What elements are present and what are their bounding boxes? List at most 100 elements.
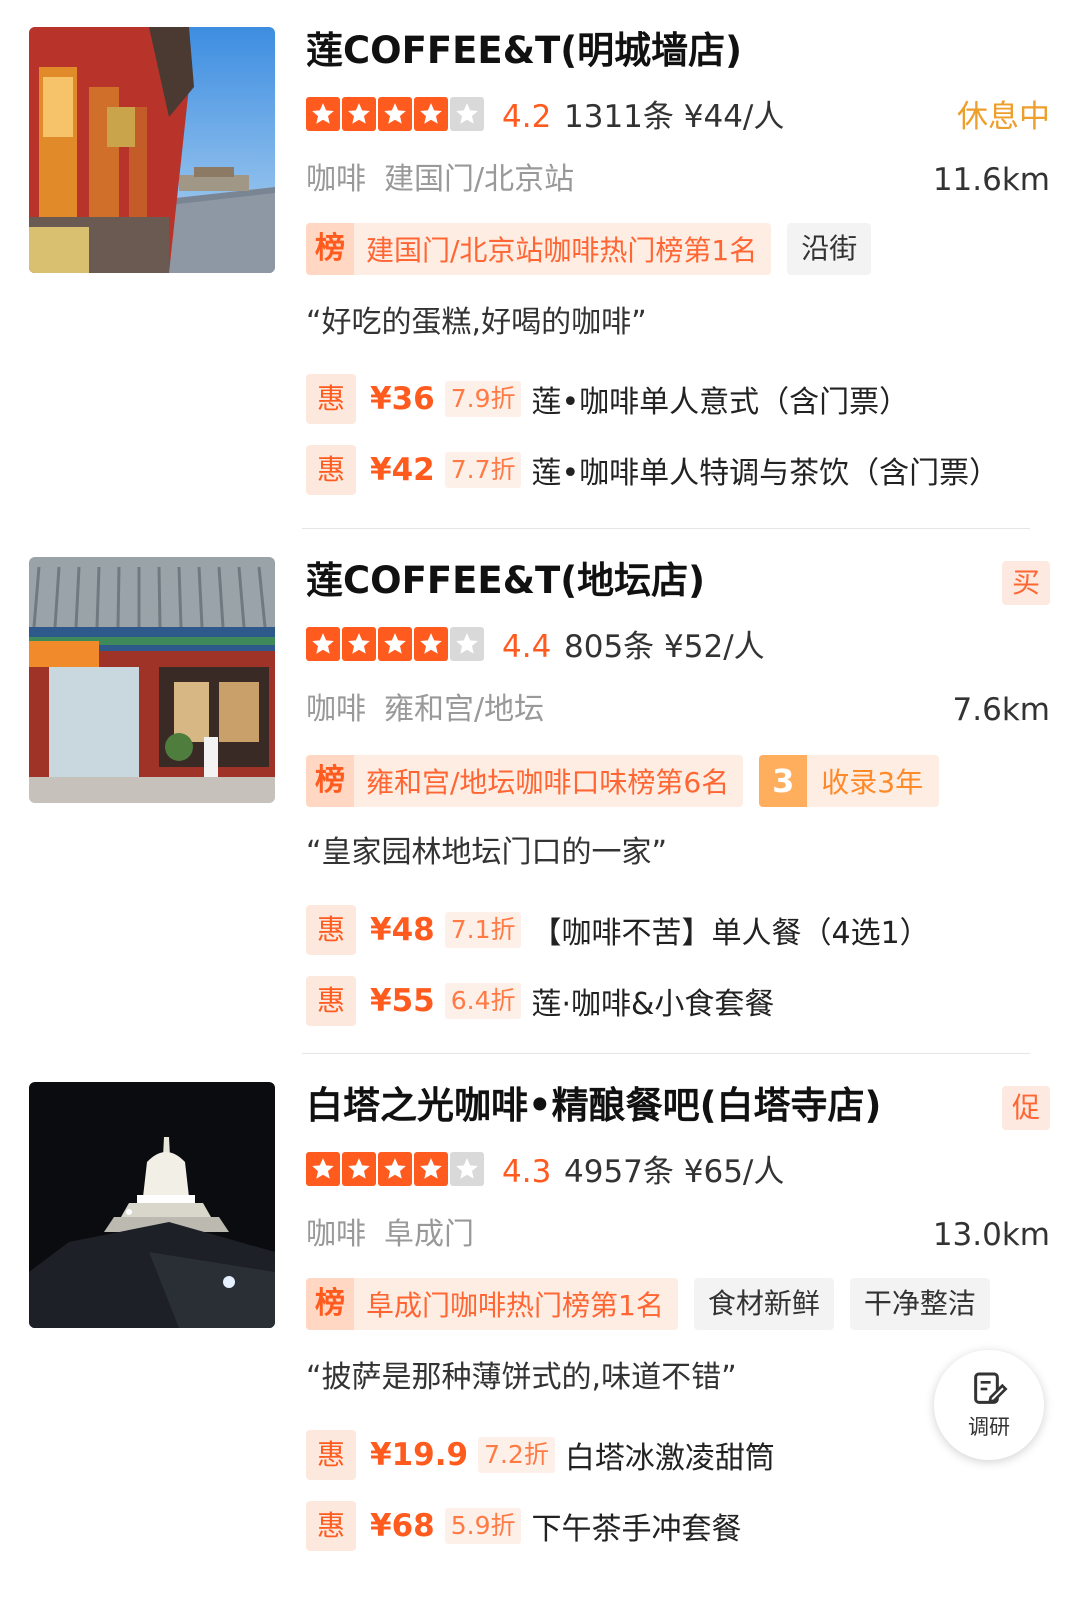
distance: 13.0km xyxy=(932,1217,1050,1253)
shop-photo-city-wall xyxy=(29,27,275,273)
deal-discount: 7.9折 xyxy=(444,381,522,417)
deal-discount: 7.2折 xyxy=(478,1437,555,1473)
badge-row: 榜 阜成门咖啡热门榜第1名 食材新鲜 干净整洁 xyxy=(306,1278,990,1330)
rank-badge[interactable]: 榜 建国门/北京站咖啡热门榜第1名 xyxy=(306,223,772,275)
deal-price: ¥19.9 xyxy=(370,1437,469,1473)
deal-item[interactable]: 惠 ¥68 5.9折 下午茶手冲套餐 xyxy=(306,1501,741,1551)
shop-thumbnail[interactable] xyxy=(29,1082,275,1328)
review-count-and-price: 805条 ¥52/人 xyxy=(564,627,765,667)
shop-name[interactable]: 白塔之光咖啡•精酿餐吧(白塔寺店) xyxy=(306,1082,881,1130)
review-count: 805条 xyxy=(564,629,655,665)
deal-price: ¥68 xyxy=(370,1508,435,1544)
buy-flag: 买 xyxy=(1002,561,1050,605)
distance: 7.6km xyxy=(952,692,1050,728)
shop-card[interactable]: 莲COFFEE&T(地坛店) 买 4.4 805条 ¥52/人 咖啡 雍和宫/地坛… xyxy=(0,557,1080,1037)
deal-price: ¥48 xyxy=(370,912,435,948)
deal-title: 莲•咖啡单人特调与茶饮（含门票） xyxy=(531,456,1000,491)
rating-row: 4.3 4957条 ¥65/人 xyxy=(306,1152,1050,1192)
shop-card[interactable]: 莲COFFEE&T(明城墙店) 4.2 1311条 ¥44/人 休息中 咖啡 建国… xyxy=(0,27,1080,527)
rating-score: 4.4 xyxy=(502,629,552,665)
rank-badge[interactable]: 榜 阜成门咖啡热门榜第1名 xyxy=(306,1278,678,1330)
star-rating xyxy=(306,627,484,661)
rank-icon: 榜 xyxy=(306,755,354,807)
badge-row: 榜 建国门/北京站咖啡热门榜第1名 沿街 xyxy=(306,223,872,275)
deal-discount: 5.9折 xyxy=(444,1508,522,1544)
deal-item[interactable]: 惠 ¥55 6.4折 莲·咖啡&小食套餐 xyxy=(306,976,774,1026)
shop-thumbnail[interactable] xyxy=(29,27,275,273)
star-rating xyxy=(306,97,484,131)
divider xyxy=(302,1053,1030,1054)
deal-discount: 7.7折 xyxy=(444,452,522,488)
shop-card[interactable]: 白塔之光咖啡•精酿餐吧(白塔寺店) 促 4.3 4957条 ¥65/人 咖啡 阜成… xyxy=(0,1082,1080,1592)
star-icon xyxy=(378,97,412,131)
per-person-price: ¥44/人 xyxy=(683,99,785,135)
deal-icon: 惠 xyxy=(306,374,356,424)
feature-tag: 干净整洁 xyxy=(849,1278,990,1330)
area: 阜成门 xyxy=(384,1217,474,1252)
star-empty-icon xyxy=(450,627,484,661)
shop-name[interactable]: 莲COFFEE&T(地坛店) xyxy=(306,557,705,605)
review-count: 1311条 xyxy=(564,99,674,135)
years-listed-badge: 3 收录3年 xyxy=(759,755,940,807)
distance: 11.6km xyxy=(932,162,1050,198)
deal-discount: 7.1折 xyxy=(444,912,522,948)
rank-badge[interactable]: 榜 雍和宫/地坛咖啡口味榜第6名 xyxy=(306,755,744,807)
star-rating xyxy=(306,1152,484,1186)
survey-floating-button[interactable]: 调研 xyxy=(934,1350,1044,1460)
badge-row: 榜 雍和宫/地坛咖啡口味榜第6名 3 收录3年 xyxy=(306,755,940,807)
star-icon xyxy=(414,627,448,661)
star-icon xyxy=(306,1152,340,1186)
edit-note-icon xyxy=(974,1372,1008,1404)
review-count: 4957条 xyxy=(564,1154,674,1190)
shop-photo-storefront xyxy=(29,557,275,803)
rank-icon: 榜 xyxy=(306,223,354,275)
deal-item[interactable]: 惠 ¥19.9 7.2折 白塔冰激凌甜筒 xyxy=(306,1430,775,1480)
shop-thumbnail[interactable] xyxy=(29,557,275,803)
rating-score: 4.3 xyxy=(502,1154,552,1190)
deal-item[interactable]: 惠 ¥48 7.1折 【咖啡不苦】单人餐（4选1） xyxy=(306,905,930,955)
survey-label: 调研 xyxy=(968,1415,1010,1439)
rating-row: 4.2 1311条 ¥44/人 休息中 xyxy=(306,97,1050,137)
star-icon xyxy=(306,627,340,661)
rating-score: 4.2 xyxy=(502,99,552,135)
deal-title: 白塔冰激凌甜筒 xyxy=(564,1441,775,1476)
rank-text: 雍和宫/地坛咖啡口味榜第6名 xyxy=(366,766,730,799)
per-person-price: ¥52/人 xyxy=(664,629,765,665)
rank-text: 建国门/北京站咖啡热门榜第1名 xyxy=(366,234,758,267)
review-quote[interactable]: “好吃的蛋糕,好喝的咖啡” xyxy=(306,301,647,345)
shop-name[interactable]: 莲COFFEE&T(明城墙店) xyxy=(306,27,742,75)
business-status: 休息中 xyxy=(957,99,1050,135)
area: 雍和宫/地坛 xyxy=(384,692,545,727)
deal-icon: 惠 xyxy=(306,976,356,1026)
category-row: 咖啡 雍和宫/地坛 7.6km xyxy=(306,690,1050,730)
years-icon: 3 xyxy=(759,755,808,807)
per-person-price: ¥65/人 xyxy=(683,1154,785,1190)
star-icon xyxy=(414,1152,448,1186)
category-row: 咖啡 阜成门 13.0km xyxy=(306,1215,1050,1255)
star-empty-icon xyxy=(450,1152,484,1186)
review-quote[interactable]: “披萨是那种薄饼式的,味道不错” xyxy=(306,1356,737,1400)
review-count-and-price: 4957条 ¥65/人 xyxy=(564,1152,784,1192)
deal-item[interactable]: 惠 ¥42 7.7折 莲•咖啡单人特调与茶饮（含门票） xyxy=(306,445,999,495)
deal-title: 莲•咖啡单人意式（含门票） xyxy=(531,385,910,420)
area: 建国门/北京站 xyxy=(384,162,575,197)
category-row: 咖啡 建国门/北京站 11.6km xyxy=(306,160,1050,200)
deal-price: ¥36 xyxy=(370,381,435,417)
deal-icon: 惠 xyxy=(306,1501,356,1551)
review-quote[interactable]: “皇家园林地坛门口的一家” xyxy=(306,831,667,875)
star-icon xyxy=(306,97,340,131)
star-icon xyxy=(342,1152,376,1186)
star-icon xyxy=(342,627,376,661)
rank-icon: 榜 xyxy=(306,1278,354,1330)
star-icon xyxy=(414,97,448,131)
star-icon xyxy=(378,627,412,661)
category: 咖啡 xyxy=(306,1217,366,1252)
deal-item[interactable]: 惠 ¥36 7.9折 莲•咖啡单人意式（含门票） xyxy=(306,374,909,424)
feature-tag: 沿街 xyxy=(787,223,872,275)
shop-photo-white-pagoda-night xyxy=(29,1082,275,1328)
star-icon xyxy=(342,97,376,131)
years-text: 收录3年 xyxy=(821,766,924,799)
rank-text: 阜成门咖啡热门榜第1名 xyxy=(366,1289,664,1322)
deal-icon: 惠 xyxy=(306,905,356,955)
deal-icon: 惠 xyxy=(306,1430,356,1480)
